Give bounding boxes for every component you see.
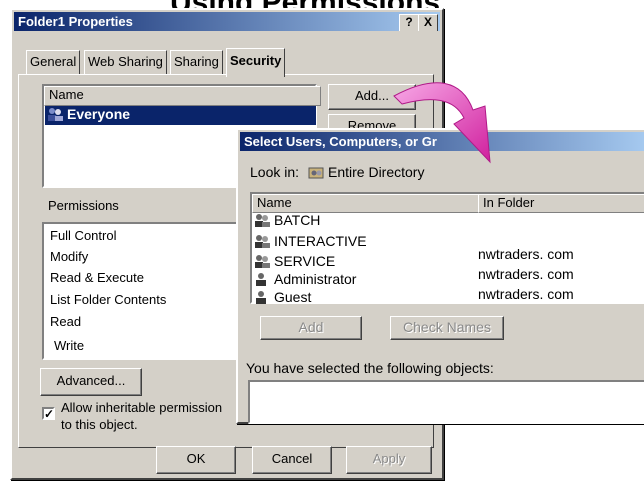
users-group-icon [254,254,271,269]
user-name: INTERACTIVE [274,233,367,249]
ok-button[interactable]: OK [156,446,236,474]
lookin-label: Look in: [250,164,299,180]
perm-read: Read [50,314,82,329]
tab-sharing[interactable]: Sharing [170,50,223,75]
user-name: BATCH [274,212,321,228]
arrow-shape [393,82,491,164]
name-list-item-everyone[interactable]: Everyone [45,106,316,125]
inherit-label-line2: to this object. [61,417,138,432]
perm-full-control: Full Control [50,228,117,243]
users-list[interactable]: Name In Folder BATCH INTERACTIVE SERVICE… [250,192,644,305]
user-row-interactive[interactable]: INTERACTIVE [254,233,367,249]
user-folder: nwtraders. com [478,266,574,282]
user-folder: nwtraders. com [478,286,574,302]
cancel-button[interactable]: Cancel [252,446,332,474]
user-row-service[interactable]: SERVICE [254,253,335,269]
tab-general[interactable]: General [26,50,81,75]
select-users-dialog: Select Users, Computers, or Gr Look in: … [236,128,644,424]
check-names-button[interactable]: Check Names [390,316,504,340]
user-folder: nwtraders. com [478,246,574,262]
user-row-administrator[interactable]: Administrator [254,271,356,287]
properties-title: Folder1 Properties [18,14,133,29]
user-row-batch[interactable]: BATCH [254,212,320,228]
name-column-header[interactable]: Name [252,194,484,213]
select-add-button[interactable]: Add [260,316,362,340]
perm-modify: Modify [50,249,89,264]
user-icon [254,272,271,287]
properties-titlebar: Folder1 Properties ? X [14,12,440,31]
directory-icon [308,165,324,183]
user-row-guest[interactable]: Guest [254,289,311,305]
help-button[interactable]: ? [399,14,419,31]
user-name: Administrator [274,271,357,287]
inherit-label-line1: Allow inheritable permission [61,400,223,415]
perm-read-execute: Read & Execute [50,270,144,285]
perm-list-folder-contents: List Folder Contents [50,292,167,307]
tab-security[interactable]: Security [226,48,286,77]
apply-button[interactable]: Apply [346,446,432,474]
users-group-icon [254,213,271,228]
selected-objects-label: You have selected the following objects: [246,360,494,376]
name-column-header[interactable]: Name [44,86,321,106]
lookin-label-text: Look in: [250,164,300,180]
name-list-item-label: Everyone [67,106,131,122]
permissions-label: Permissions [48,198,119,213]
user-icon [254,290,271,305]
selected-objects-box[interactable] [248,380,644,424]
advanced-button[interactable]: Advanced... [40,368,142,396]
users-group-icon [47,107,64,122]
inherit-checkbox[interactable]: ✓ [42,407,55,420]
perm-write: Write [54,338,85,353]
in-folder-column-header[interactable]: In Folder [478,194,644,213]
tab-web-sharing[interactable]: Web Sharing [84,50,167,75]
close-button[interactable]: X [418,14,438,31]
callout-arrow [393,82,491,164]
users-group-icon [254,234,271,249]
user-name: Guest [274,289,312,305]
user-name: SERVICE [274,253,336,269]
